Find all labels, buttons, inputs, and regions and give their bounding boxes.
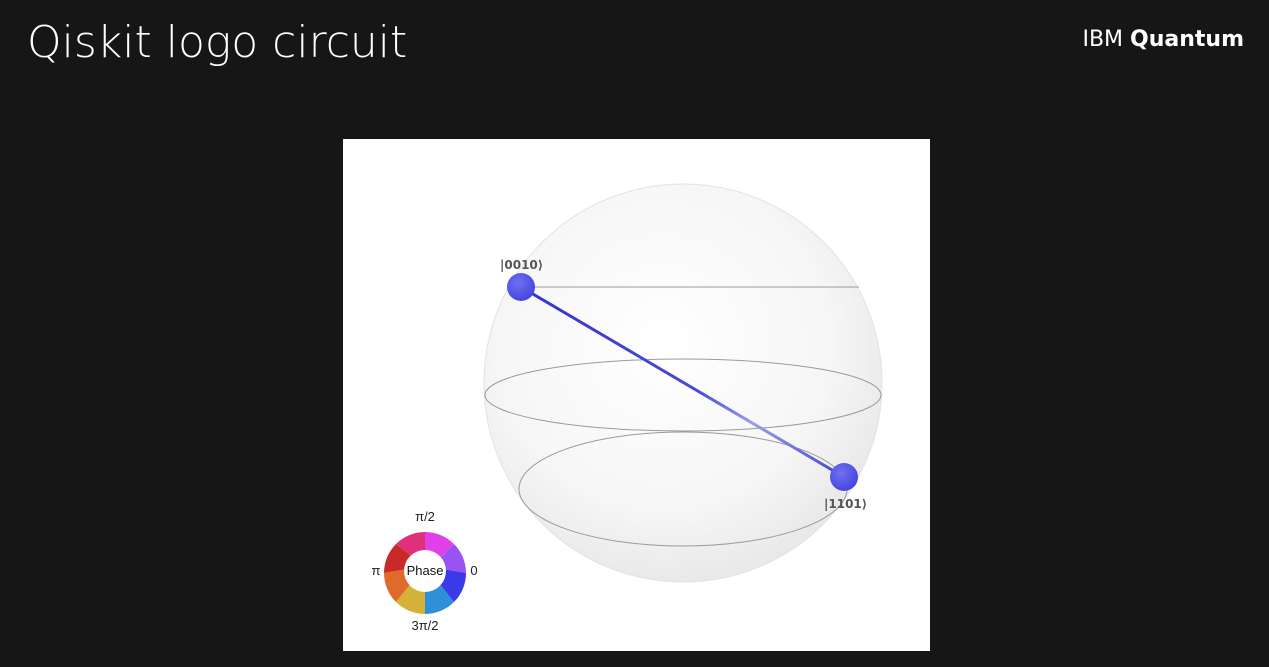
qsphere-state-1101 (830, 463, 858, 491)
phase-label-pi: π (372, 563, 381, 578)
phase-label-pi-over-2: π/2 (415, 509, 435, 524)
ibm-quantum-logo: IBM Quantum (1082, 29, 1244, 51)
phase-label-zero: 0 (470, 563, 477, 578)
state-label-0010: |0010⟩ (500, 258, 543, 272)
brand-product: Quantum (1130, 27, 1244, 52)
qsphere-figure: |0010⟩ |1101⟩ π/2 π 0 3π/2 Phase (343, 139, 930, 651)
slide-title: Qiskit logo circuit (27, 17, 408, 68)
slide: Qiskit logo circuit IBM Quantum |0010⟩ |… (0, 0, 1269, 667)
phase-label-3pi-over-2: 3π/2 (411, 618, 438, 633)
brand-company: IBM (1082, 27, 1124, 52)
qsphere-state-0010 (507, 273, 535, 301)
phase-center-label: Phase (407, 563, 444, 578)
qsphere-canvas: |0010⟩ |1101⟩ π/2 π 0 3π/2 Phase (372, 183, 883, 633)
state-label-1101: |1101⟩ (824, 497, 867, 511)
